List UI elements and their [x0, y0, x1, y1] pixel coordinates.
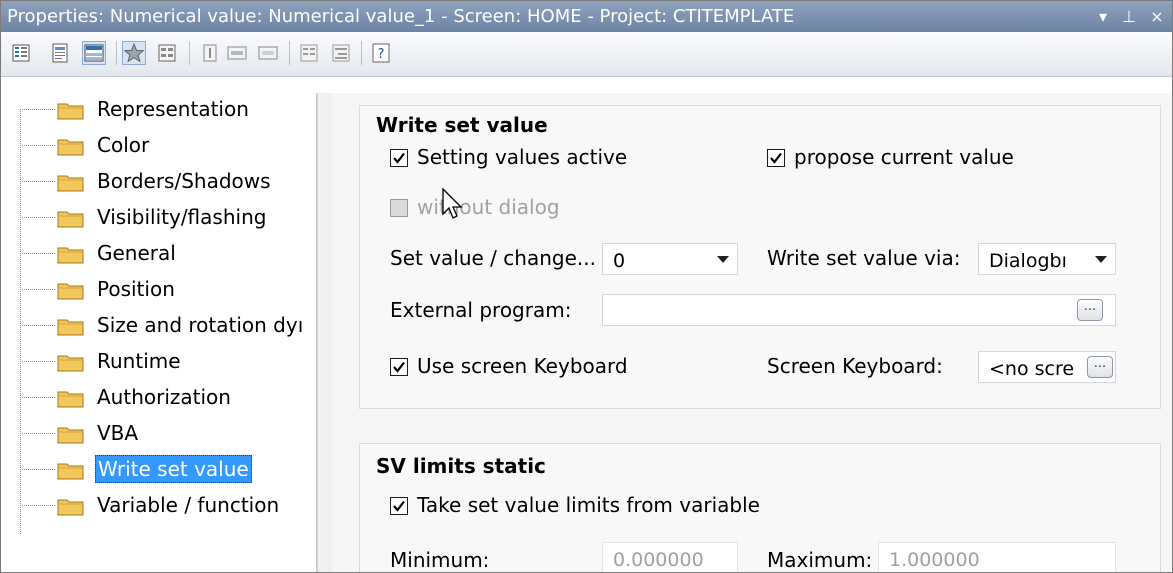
external-program-label: External program:: [390, 298, 572, 322]
tree-item-label: General: [97, 241, 176, 265]
toolbar-separator: [289, 41, 290, 65]
tree-item-label: Borders/Shadows: [97, 169, 271, 193]
collapse-all-icon[interactable]: [256, 41, 280, 65]
group-title: Write set value: [376, 113, 548, 137]
tree-item-label: Runtime: [97, 349, 181, 373]
set-value-change-dropdown[interactable]: 0: [602, 243, 738, 275]
toolbar: ?: [1, 32, 1172, 77]
screen-keyboard-label: Screen Keyboard:: [767, 354, 943, 378]
propose-current-value-checkbox[interactable]: [767, 149, 785, 167]
take-limits-label: Take set value limits from variable: [417, 493, 760, 517]
without-dialog-checkbox[interactable]: [390, 199, 408, 217]
field-value: 1.000000: [889, 549, 980, 571]
tree-item-label: Size and rotation dyı: [97, 313, 304, 337]
folder-icon: [57, 463, 84, 480]
tree-item-label: Position: [97, 277, 175, 301]
take-limits-from-variable-checkbox[interactable]: [390, 497, 408, 515]
folder-icon: [57, 247, 84, 264]
dropdown-value: 0: [613, 250, 626, 272]
pin-icon[interactable]: ⊥: [1119, 1, 1139, 32]
chevron-down-icon: [1095, 256, 1107, 263]
folder-icon: [57, 427, 84, 444]
static-properties-icon[interactable]: [155, 41, 179, 65]
without-dialog-label: without dialog: [417, 195, 560, 219]
sort-alphabetical-icon[interactable]: [329, 41, 353, 65]
use-screen-keyboard-label: Use screen Keyboard: [417, 354, 628, 378]
tree-item-label: Write set value: [95, 455, 252, 483]
toolbar-separator: [361, 41, 362, 65]
grouped-view-icon[interactable]: [82, 41, 106, 65]
group-title: SV limits static: [376, 454, 546, 478]
set-value-change-label: Set value / change...: [390, 246, 596, 270]
folder-icon: [57, 175, 84, 192]
browse-external-program-button[interactable]: ...: [1077, 299, 1103, 321]
toolbar-separator: [116, 41, 117, 65]
window-title: Properties: Numerical value: Numerical v…: [7, 6, 795, 27]
browse-screen-keyboard-button[interactable]: ...: [1087, 356, 1113, 378]
field-value: <no scre: [989, 358, 1075, 380]
use-screen-keyboard-checkbox[interactable]: [390, 358, 408, 376]
tree-item-label: VBA: [97, 421, 139, 445]
dynamic-properties-icon[interactable]: [198, 41, 222, 65]
dropdown-value: Dialogbı: [989, 250, 1067, 272]
folder-icon: [57, 139, 84, 156]
toolbar-separator: [189, 41, 190, 65]
folder-icon: [57, 355, 84, 372]
write-set-value-group: Write set value Setting values active pr…: [359, 105, 1161, 409]
folder-icon: [57, 319, 84, 336]
folder-icon: [57, 391, 84, 408]
setting-values-active-label: Setting values active: [417, 145, 628, 169]
folder-icon: [57, 103, 84, 120]
write-via-label: Write set value via:: [767, 246, 961, 270]
maximum-field[interactable]: 1.000000: [878, 542, 1116, 572]
folder-icon: [57, 499, 84, 516]
tree-item-label: Color: [97, 133, 150, 157]
folder-icon: [57, 211, 84, 228]
properties-window: Properties: Numerical value: Numerical v…: [0, 0, 1173, 573]
field-value: 0.000000: [613, 549, 704, 571]
properties-panel: Write set value Setting values active pr…: [332, 93, 1172, 572]
tree-item-label: Visibility/flashing: [97, 205, 267, 229]
maximum-label: Maximum:: [767, 548, 873, 572]
tree-item-label: Variable / function: [97, 493, 280, 517]
help-icon[interactable]: ?: [369, 41, 393, 65]
tree-item-label: Representation: [97, 97, 249, 121]
expand-all-icon[interactable]: [225, 41, 249, 65]
panel-splitter[interactable]: [317, 93, 332, 572]
list-view-icon[interactable]: [9, 41, 33, 65]
tree-connector-line: [20, 109, 21, 534]
svg-text:?: ?: [378, 47, 385, 62]
dropdown-icon[interactable]: ▾: [1093, 1, 1113, 32]
chevron-down-icon: [717, 256, 729, 263]
properties-page-icon[interactable]: [48, 41, 72, 65]
external-program-field[interactable]: [602, 294, 1116, 326]
setting-values-active-checkbox[interactable]: [390, 149, 408, 167]
write-via-dropdown[interactable]: Dialogbı: [978, 243, 1116, 275]
close-icon[interactable]: ×: [1147, 1, 1167, 32]
minimum-field[interactable]: 0.000000: [602, 542, 738, 572]
title-bar: Properties: Numerical value: Numerical v…: [1, 1, 1172, 32]
propose-current-value-label: propose current value: [794, 145, 1014, 169]
mouse-cursor-icon: [442, 188, 463, 219]
tree-item-label: Authorization: [97, 385, 231, 409]
sort-by-category-icon[interactable]: [297, 41, 321, 65]
minimum-label: Minimum:: [390, 548, 490, 572]
favorites-star-icon[interactable]: [122, 41, 146, 65]
property-tree: Representation Color Borders/Shadows Vis…: [10, 93, 317, 572]
sv-limits-static-group: SV limits static Take set value limits f…: [359, 443, 1161, 572]
folder-icon: [57, 283, 84, 300]
